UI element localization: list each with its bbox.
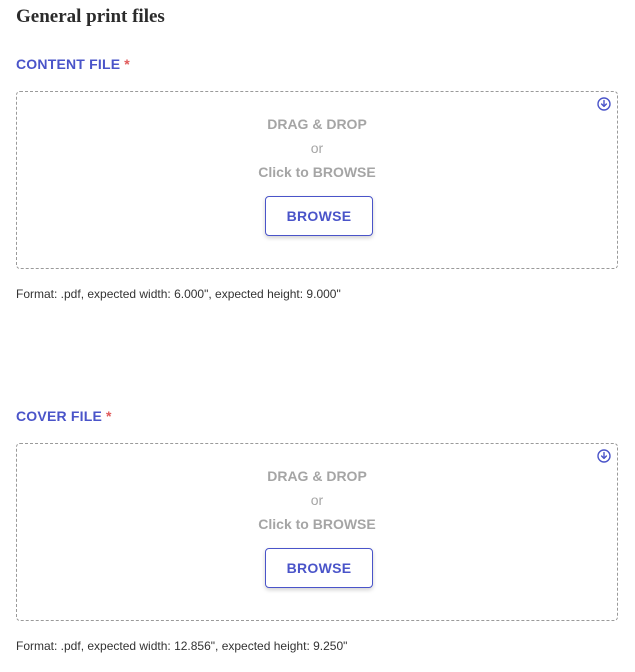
content-file-label: CONTENT FILE *	[16, 55, 620, 73]
cover-file-format-note: Format: .pdf, expected width: 12.856", e…	[16, 639, 348, 653]
required-mark: *	[106, 408, 112, 424]
cover-file-dropzone[interactable]: DRAG & DROP or Click to BROWSE BROWSE	[16, 443, 618, 621]
click-to-browse-text: Click to BROWSE	[258, 516, 376, 532]
content-file-format-note: Format: .pdf, expected width: 6.000", ex…	[16, 287, 341, 301]
cover-file-section: COVER FILE * DRAG & DROP or Click to BRO…	[16, 407, 620, 653]
click-to-browse-text: Click to BROWSE	[258, 164, 376, 180]
content-file-section: CONTENT FILE * DRAG & DROP or Click to B…	[16, 55, 620, 301]
required-mark: *	[124, 56, 130, 72]
download-circle-icon[interactable]	[597, 97, 611, 111]
content-file-label-text: CONTENT FILE	[16, 56, 121, 72]
or-text: or	[310, 140, 324, 156]
cover-file-label-text: COVER FILE	[16, 408, 103, 424]
content-file-dropzone[interactable]: DRAG & DROP or Click to BROWSE BROWSE	[16, 91, 618, 269]
cover-file-browse-button[interactable]: BROWSE	[265, 548, 373, 588]
download-circle-icon[interactable]	[597, 449, 611, 463]
cover-file-label: COVER FILE *	[16, 407, 620, 425]
drag-drop-text: DRAG & DROP	[267, 468, 367, 484]
page-title: General print files	[16, 6, 165, 27]
drag-drop-text: DRAG & DROP	[267, 116, 367, 132]
content-file-browse-button[interactable]: BROWSE	[265, 196, 373, 236]
or-text: or	[310, 492, 324, 508]
